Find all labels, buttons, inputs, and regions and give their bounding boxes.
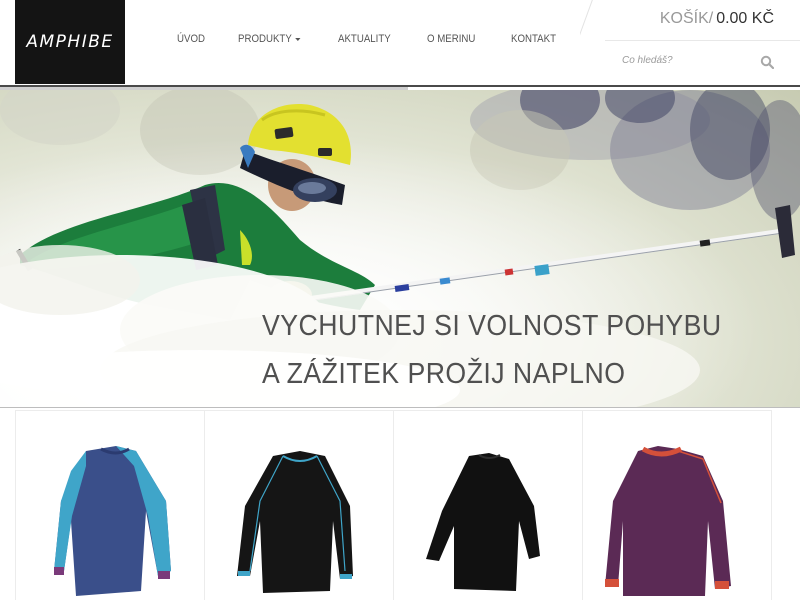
search-divider: [605, 40, 800, 41]
cart-separator: /: [708, 10, 714, 27]
nav-label: Aktuality: [337, 33, 391, 45]
product-image-shirt-blue: [54, 446, 171, 596]
brand-logo[interactable]: AMPHIBE: [15, 0, 125, 84]
hero-headline-line-1: Vychutnej si volnost pohybu: [262, 310, 722, 342]
main-nav: Úvod Produkty Aktuality O merinu Kontakt: [163, 33, 591, 45]
nav-item-produkty[interactable]: Produkty: [238, 33, 301, 45]
cart-link[interactable]: Košík/ 0.00 Kč: [660, 10, 774, 28]
product-card[interactable]: [582, 410, 772, 600]
nav-label: Kontakt: [510, 33, 556, 45]
hero-banner: Vychutnej si volnost pohybu a zážitek pr…: [0, 90, 800, 408]
search-input[interactable]: [622, 50, 762, 70]
product-card[interactable]: [393, 410, 583, 600]
header-divider: [580, 0, 610, 86]
caret-down-icon: [295, 38, 301, 41]
product-card[interactable]: [204, 410, 394, 600]
site-header: AMPHIBE Úvod Produkty Aktuality O merinu…: [0, 0, 800, 90]
hero-headline-line-2: a zážitek prožij naplno: [262, 358, 626, 390]
nav-label: Úvod: [177, 33, 205, 45]
search-icon[interactable]: [760, 55, 774, 69]
nav-item-uvod[interactable]: Úvod: [177, 33, 205, 45]
nav-item-aktuality[interactable]: Aktuality: [338, 33, 391, 45]
product-image-shirt-black: [426, 453, 540, 591]
cart-label: Košík: [659, 10, 709, 27]
product-image-shirt-black-blue: [237, 451, 353, 593]
logo-text: AMPHIBE: [26, 32, 114, 52]
nav-item-kontakt[interactable]: Kontakt: [511, 33, 556, 45]
nav-label: O merinu: [426, 33, 476, 45]
product-image-shirt-purple: [605, 446, 731, 596]
hero-border: [0, 407, 800, 408]
cart-price: 0.00 Kč: [716, 10, 774, 27]
nav-item-o-merinu[interactable]: O merinu: [427, 33, 475, 45]
nav-label: Produkty: [237, 33, 292, 45]
product-card[interactable]: [15, 410, 205, 600]
product-grid: [15, 410, 800, 600]
